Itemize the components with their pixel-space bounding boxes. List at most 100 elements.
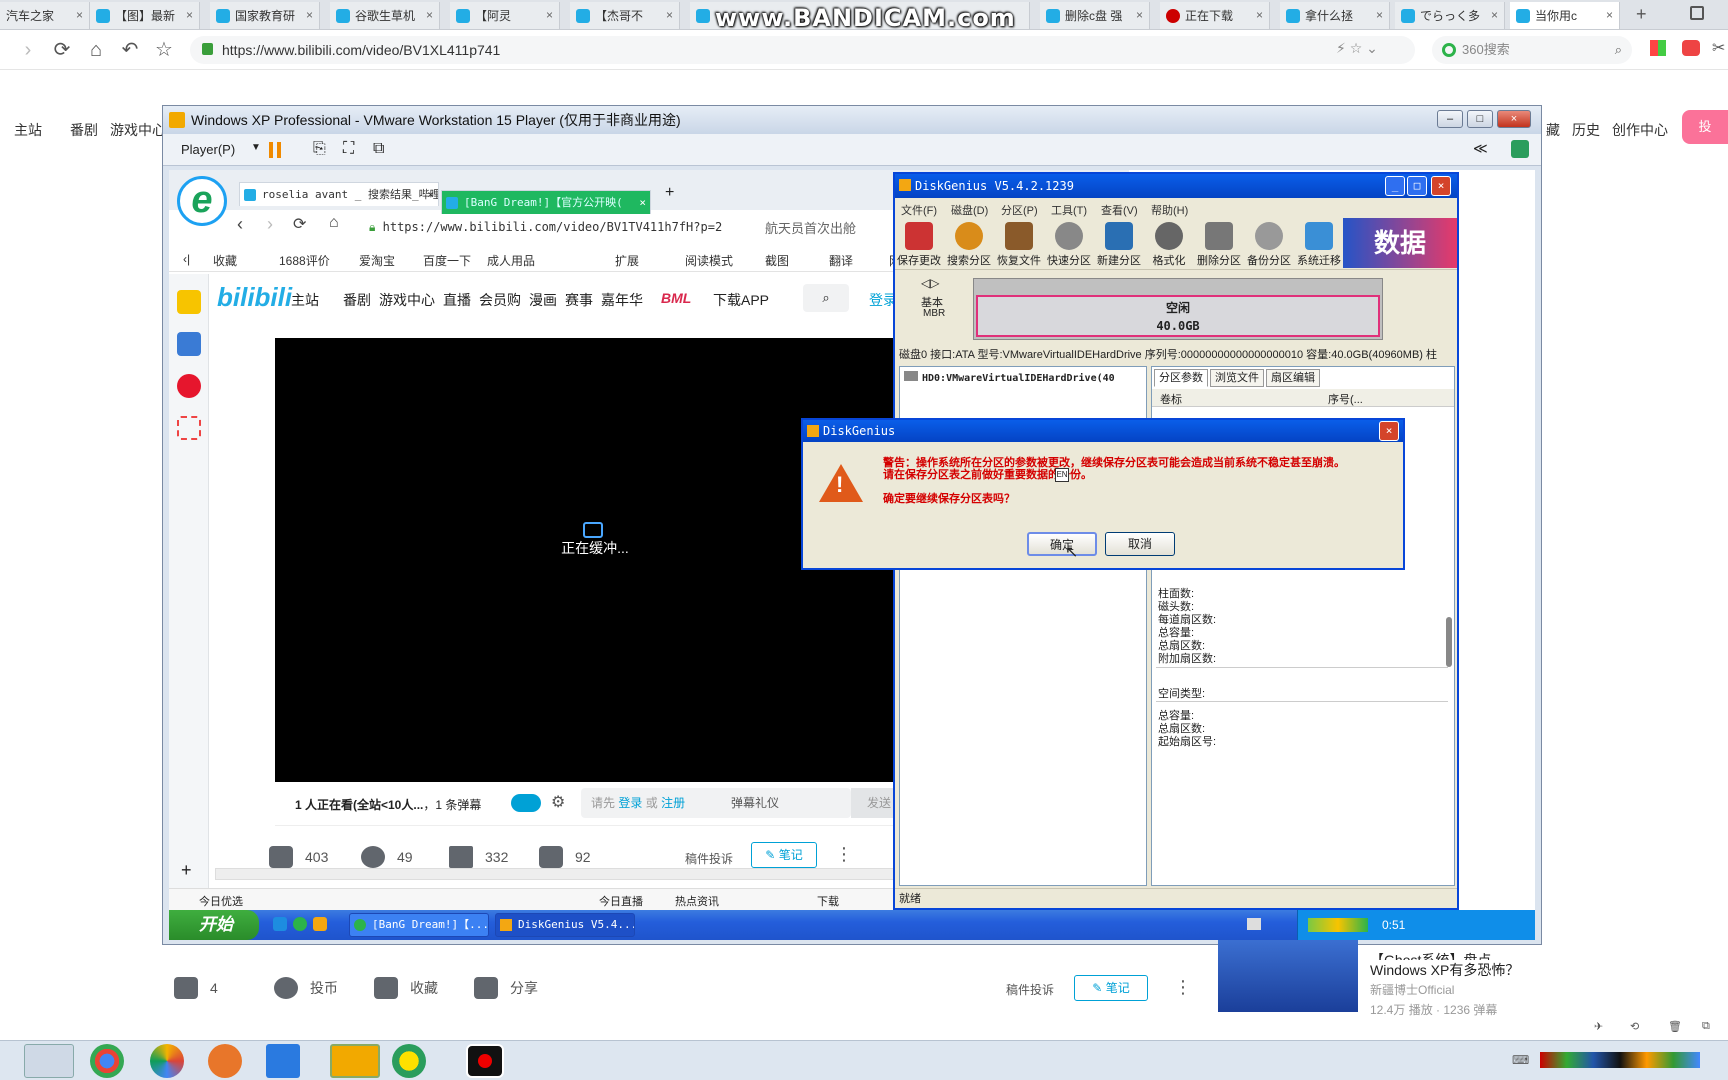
keyboard-icon[interactable] (1247, 918, 1261, 930)
nav-live[interactable]: 直播 (443, 290, 471, 310)
chrome-icon[interactable] (90, 1044, 124, 1078)
tab-partition-params[interactable]: 分区参数 (1154, 369, 1208, 387)
save-changes-button[interactable]: 保存更改 (895, 222, 943, 268)
apps-icon[interactable] (1650, 40, 1666, 56)
menu-file[interactable]: 文件(F) (901, 202, 937, 218)
close-icon[interactable]: × (1606, 8, 1613, 22)
library-icon[interactable] (1511, 140, 1529, 158)
rocket-icon[interactable]: ✈ (1594, 1020, 1603, 1033)
tab-sector-edit[interactable]: 扇区编辑 (1266, 369, 1320, 387)
star-icon[interactable] (177, 290, 201, 314)
minimize-button[interactable]: _ (1385, 176, 1405, 196)
tray-icons[interactable] (1540, 1052, 1700, 1068)
close-icon[interactable]: × (306, 8, 313, 22)
forward-icon[interactable]: › (16, 38, 40, 62)
close-icon[interactable]: × (1491, 8, 1498, 22)
lightning-icon[interactable]: ⚡ ☆ ⌄ (1336, 40, 1378, 57)
close-icon[interactable]: × (186, 8, 193, 22)
favorites-toggle-icon[interactable]: ‹| (183, 252, 190, 266)
nav-favorites[interactable]: 藏 (1546, 120, 1560, 140)
search-partition-button[interactable]: 搜索分区 (945, 222, 993, 268)
taskbar-item-browser[interactable]: [BanG Dream!]【... (349, 913, 489, 937)
menu-partition[interactable]: 分区(P) (1001, 202, 1038, 218)
recommended-author[interactable]: 新疆博士Official (1370, 980, 1700, 1000)
taskbar-item-diskgenius[interactable]: DiskGenius V5.4.... (495, 913, 635, 937)
recommended-title[interactable]: 【Ghost系统】盘点 (1370, 950, 1700, 960)
danmaku-input[interactable]: 请先 登录 或 注册 弹幕礼仪 (581, 788, 851, 818)
close-icon[interactable]: × (546, 8, 553, 22)
send-ctrl-alt-del-icon[interactable]: ⎘ (313, 140, 326, 158)
new-tab-button[interactable]: + (1636, 4, 1647, 25)
favorite-button[interactable]: 收藏 (374, 977, 438, 999)
guest-tab-active[interactable]: [BanG Dream!]【官方公开映(× (441, 190, 651, 214)
note-button[interactable]: ✎ 笔记 (751, 842, 817, 868)
fav-item[interactable]: 阅读模式 (685, 252, 733, 269)
close-icon[interactable]: × (426, 8, 433, 22)
nav-main[interactable]: 主站 (14, 120, 42, 140)
delete-partition-button[interactable]: 删除分区 (1195, 222, 1243, 268)
fav-item[interactable]: 扩展 (615, 252, 639, 269)
report-link[interactable]: 稿件投诉 (1006, 981, 1054, 998)
coin-button[interactable]: 投币 (274, 977, 338, 999)
nav-games[interactable]: 游戏中心 (110, 120, 166, 140)
search-input[interactable]: 360搜索 ⌕ (1432, 36, 1632, 64)
like-button[interactable]: 403 (269, 846, 328, 868)
danmaku-settings-icon[interactable]: ⚙ (551, 792, 565, 812)
nav-main[interactable]: 主站 (291, 290, 319, 310)
browser-tab[interactable]: 谷歌生草机 × (330, 2, 440, 29)
browser-tab[interactable]: 【图】最新 × (90, 2, 200, 29)
360-browser-icon[interactable] (150, 1044, 184, 1078)
recommended-title-2[interactable]: Windows XP有多恐怖？ (1370, 960, 1700, 980)
maximize-button[interactable]: □ (1407, 176, 1427, 196)
forward-icon[interactable]: › (267, 214, 273, 235)
share-button[interactable]: 分享 (474, 977, 538, 999)
close-icon[interactable]: × (427, 183, 434, 206)
tray-icons[interactable] (1308, 918, 1368, 932)
mail-icon[interactable] (177, 416, 201, 440)
add-icon[interactable]: + (181, 860, 192, 881)
status-item[interactable]: 下载 (817, 893, 839, 909)
fav-item[interactable]: 收藏 (213, 252, 237, 269)
recommended-thumbnail[interactable] (1218, 940, 1358, 1012)
nav-carnival[interactable]: 嘉年华 (601, 290, 643, 310)
unity-icon[interactable]: ⧉ (373, 140, 384, 158)
new-partition-button[interactable]: 新建分区 (1095, 222, 1143, 268)
pause-icon[interactable] (269, 142, 273, 158)
guest-url-input[interactable]: 🔒︎ https://www.bilibili.com/video/BV1TV4… (369, 214, 949, 240)
fav-item[interactable]: 成人用品 (487, 252, 535, 269)
url-input[interactable]: https://www.bilibili.com/video/BV1XL411p… (190, 36, 1415, 64)
tree-item-hd0[interactable]: HD0:VMwareVirtualIDEHardDrive(40 (904, 371, 1115, 384)
nav-anime[interactable]: 番剧 (70, 120, 98, 140)
ok-button[interactable]: 确定 (1027, 532, 1097, 556)
fav-item[interactable]: 爱淘宝 (359, 252, 395, 269)
browser-tab[interactable]: 删除c盘 强 × (1040, 2, 1150, 29)
collapse-button[interactable]: ≪ (1473, 140, 1488, 157)
login-link[interactable]: 登录 (618, 796, 642, 810)
scissors-icon[interactable]: ✂ (1712, 38, 1725, 58)
nav-match[interactable]: 赛事 (565, 290, 593, 310)
menu-tools[interactable]: 工具(T) (1051, 202, 1087, 218)
status-item[interactable]: 热点资讯 (675, 893, 719, 909)
register-link[interactable]: 注册 (661, 796, 685, 810)
new-tab-button[interactable]: + (665, 184, 674, 202)
fav-item[interactable]: 1688评价 (279, 252, 330, 269)
list-icon[interactable] (177, 332, 201, 356)
weibo-icon[interactable] (177, 374, 201, 398)
menu-disk[interactable]: 磁盘(D) (951, 202, 988, 218)
fav-item[interactable]: 截图 (765, 252, 789, 269)
cancel-button[interactable]: 取消 (1105, 532, 1175, 556)
quick-partition-button[interactable]: 快速分区 (1045, 222, 1093, 268)
ie-icon[interactable] (273, 917, 287, 931)
undo-icon[interactable]: ↶ (118, 38, 142, 62)
close-icon[interactable]: × (639, 191, 646, 214)
col-index[interactable]: 序号(... (1328, 391, 1363, 407)
home-icon[interactable]: ⌂ (84, 38, 108, 62)
reload-icon[interactable]: ⟳ (293, 214, 306, 234)
fullscreen-icon[interactable]: ⛶ (343, 140, 354, 158)
browser-tab[interactable]: 【杰哥不 × (570, 2, 680, 29)
feishu-icon[interactable] (266, 1044, 300, 1078)
note-button[interactable]: ✎ 笔记 (1074, 975, 1148, 1001)
player-menu[interactable]: Player(P) (181, 142, 235, 157)
browser-icon[interactable] (293, 917, 307, 931)
nav-anime[interactable]: 番剧 (343, 290, 371, 310)
